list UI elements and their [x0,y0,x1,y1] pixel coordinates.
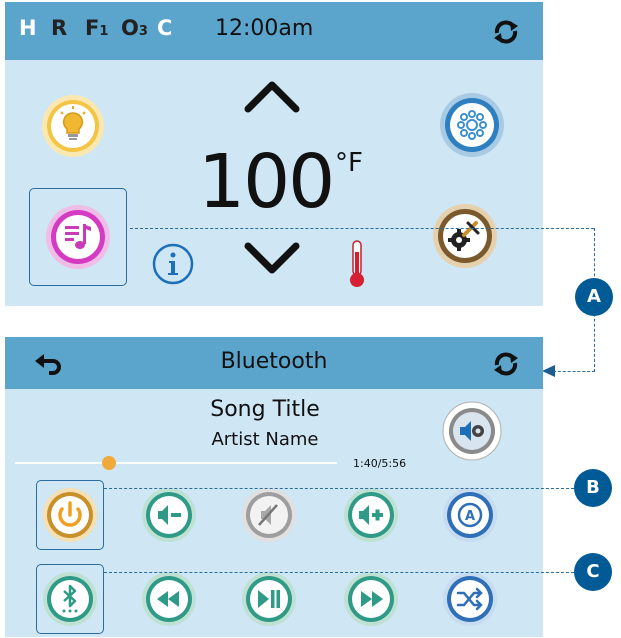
music-button[interactable] [45,204,111,270]
temp-up-arrow-icon[interactable] [242,77,302,113]
temperature-unit: °F [335,148,363,178]
bluetooth-header-bar: Bluetooth [5,337,543,389]
power-button[interactable] [42,487,98,543]
status-r: R [51,16,68,40]
main-control-screen: H R F1 O3 C 12:00am 100 °F [5,2,543,306]
thermometer-icon [350,240,364,287]
connector-a-arrowhead-icon [542,365,555,377]
settings-button[interactable] [432,203,498,269]
callout-a: A [575,278,613,316]
connector-c [104,572,574,573]
rewind-button[interactable] [141,571,197,627]
status-heater: H [19,16,37,40]
refresh-icon[interactable] [491,349,521,379]
connector-a-horizontal [130,228,594,229]
jets-button[interactable] [439,92,505,158]
source-button[interactable]: A [442,487,498,543]
bluetooth-screen: Bluetooth Song Title Artist Name 1:40/5:… [5,337,543,637]
status-c: C [157,16,173,40]
status-filter: F1 [85,16,109,40]
light-button[interactable] [41,94,105,158]
connector-a-return [553,371,595,372]
svg-text:A: A [465,509,475,524]
progress-thumb[interactable] [102,456,116,470]
info-icon[interactable] [151,242,195,286]
callout-c: C [574,553,612,591]
balance-left-button[interactable] [141,487,197,543]
shuffle-button[interactable] [442,571,498,627]
temp-down-arrow-icon[interactable] [242,240,302,276]
track-time: 1:40/5:56 [353,457,407,470]
refresh-icon[interactable] [491,17,521,47]
status-ozone: O3 [121,16,148,40]
mute-button[interactable] [241,487,297,543]
clock: 12:00am [215,16,314,41]
temperature-value: 100 [198,139,335,225]
progress-track[interactable] [15,462,337,464]
connector-b [104,488,574,489]
fast-forward-button[interactable] [343,571,399,627]
status-bar: H R F1 O3 C 12:00am [5,2,543,60]
play-pause-button[interactable] [241,571,297,627]
callout-b: B [574,469,612,507]
bluetooth-title: Bluetooth [220,349,328,374]
volume-up-button[interactable] [343,487,399,543]
speaker-settings-button[interactable] [442,401,502,461]
bluetooth-pair-button[interactable] [42,571,98,627]
